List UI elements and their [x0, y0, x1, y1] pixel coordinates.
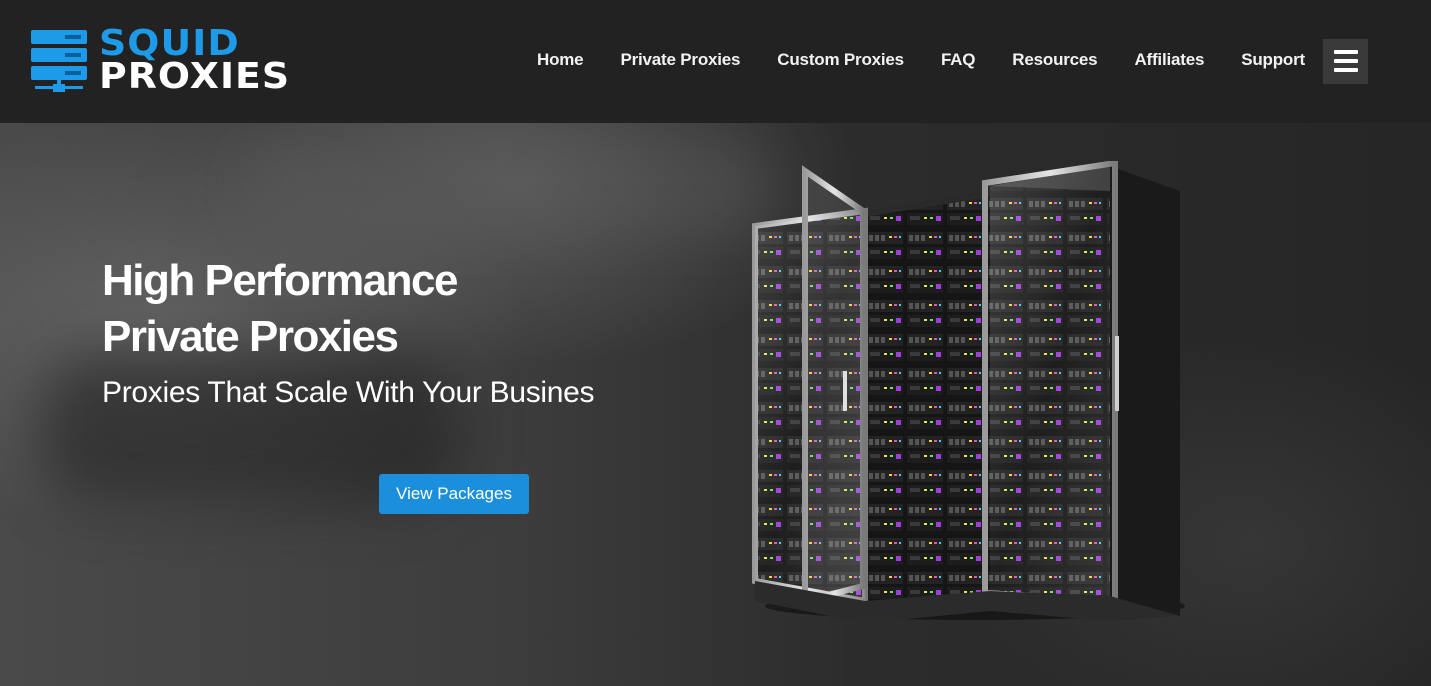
- hero-title-line-1: High Performance: [102, 256, 458, 305]
- logo-text-proxies: PROXIES: [99, 56, 291, 97]
- site-header: SQUID PROXIES Home Private Proxies Custo…: [0, 0, 1431, 123]
- view-packages-button[interactable]: View Packages: [379, 474, 529, 514]
- nav-affiliates[interactable]: Affiliates: [1134, 48, 1204, 72]
- main-nav: Home Private Proxies Custom Proxies FAQ …: [537, 48, 1305, 72]
- nav-custom-proxies[interactable]: Custom Proxies: [777, 48, 904, 72]
- nav-faq[interactable]: FAQ: [941, 48, 976, 72]
- hero-title: High Performance Private Proxies: [102, 253, 458, 365]
- hero-subtitle: Proxies That Scale With Your Busines: [102, 376, 595, 409]
- hero-section: High Performance Private Proxies Proxies…: [0, 123, 1431, 686]
- nav-home[interactable]: Home: [537, 48, 584, 72]
- hamburger-icon[interactable]: [1323, 39, 1368, 84]
- nav-support[interactable]: Support: [1241, 48, 1305, 72]
- hero-title-line-2: Private Proxies: [102, 312, 399, 361]
- nav-private-proxies[interactable]: Private Proxies: [620, 48, 740, 72]
- background-blur: [250, 143, 770, 233]
- server-stack-icon: [31, 30, 87, 92]
- logo[interactable]: SQUID PROXIES: [31, 24, 311, 97]
- server-racks-illustration: [752, 161, 1185, 623]
- nav-resources[interactable]: Resources: [1012, 48, 1097, 72]
